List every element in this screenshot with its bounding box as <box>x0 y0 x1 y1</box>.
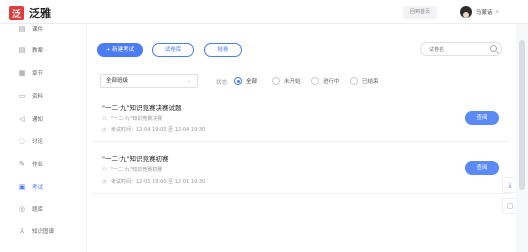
exam-time: ◷ 考试时间：12-04 19:00 至 12-04 19:30 <box>102 126 206 134</box>
sidebar-item-notice[interactable]: ◁ 通知 <box>0 108 86 130</box>
speaker-icon: ◁ <box>19 115 25 123</box>
new-exam-button[interactable]: + 新建考试 <box>97 43 143 57</box>
exam-bank-button[interactable]: 试卷库 <box>152 43 194 57</box>
back-home-button[interactable]: 回到首页 <box>403 6 438 19</box>
status-radio-in-progress[interactable]: 进行中 <box>311 77 340 85</box>
sidebar-item-label: 知识图谱 <box>32 229 55 235</box>
user-name[interactable]: 马蒙话 <box>476 8 493 16</box>
folder-icon: ▭ <box>18 92 26 100</box>
exam-time: ◷ 考试时间：12-01 19:00 至 12-01 19:30 <box>102 178 206 186</box>
chevron-down-icon: ⌄ <box>186 78 191 84</box>
user-group-icon: ⚇ <box>102 115 107 122</box>
exam-time-text: 考试时间：12-04 19:00 至 12-04 19:30 <box>111 127 206 133</box>
chat-icon: ◌ <box>18 137 26 145</box>
graph-icon: ⅄ <box>19 227 25 235</box>
user-menu[interactable]: 马蒙话 ∨ <box>460 6 499 18</box>
search-input[interactable] <box>429 45 487 54</box>
exam-card[interactable]: "一二·九"知识竞赛决赛试题 ⚇ "一二·九"知识竞赛决赛 ◷ 考试时间：12-… <box>92 96 510 142</box>
exam-class-name: "一二·九"知识竞赛初赛 <box>111 167 163 173</box>
search-box[interactable] <box>420 42 502 56</box>
status-radio-all[interactable]: 全部 <box>234 77 257 85</box>
pencil-icon: ✎ <box>19 160 25 168</box>
radio-label: 未开始 <box>284 79 301 85</box>
status-radio-ended[interactable]: 已结束 <box>350 77 379 85</box>
sidebar-item-label: 通知 <box>32 117 44 123</box>
class-select-value: 全部班级 <box>106 78 129 84</box>
marking-button[interactable]: 批卷 <box>204 43 242 57</box>
sidebar-item-label: 课件 <box>32 27 44 33</box>
radio-dot[interactable] <box>311 77 319 85</box>
exam-class: ⚇ "一二·九"知识竞赛初赛 <box>102 166 163 174</box>
radio-dot[interactable] <box>350 77 358 85</box>
radio-label: 已结束 <box>362 79 379 85</box>
exam-title[interactable]: "一二·九"知识竞赛决赛试题 <box>102 102 182 112</box>
sidebar-item-question-bank[interactable]: ◎ 题库 <box>0 198 86 220</box>
exam-time-text: 考试时间：12-01 19:00 至 12-01 19:30 <box>111 179 206 185</box>
sidebar-item-materials[interactable]: ▭ 资料 <box>0 85 86 107</box>
chevron-down-icon[interactable]: ∨ <box>496 9 500 15</box>
radio-dot[interactable] <box>272 77 280 85</box>
radio-dot[interactable] <box>234 77 242 85</box>
exam-class: ⚇ "一二·九"知识竞赛决赛 <box>102 115 163 123</box>
status-label: 状态 <box>216 80 228 86</box>
file-icon: ▤ <box>18 25 26 33</box>
sidebar-item-label: 资料 <box>32 94 44 100</box>
class-select[interactable]: 全部班级 ⌄ <box>100 74 198 88</box>
exam-icon: ▣ <box>18 183 26 191</box>
sidebar-item-lesson-plan[interactable]: ▤ 教案 <box>0 39 86 61</box>
user-group-icon: ⚇ <box>102 166 107 173</box>
scrollbar-thumb[interactable] <box>519 40 525 190</box>
sidebar-item-exam[interactable]: ▣ 考试 <box>0 176 86 198</box>
exam-title[interactable]: "一二·九"知识竞赛初赛 <box>102 153 169 163</box>
chapter-icon: ▦ <box>18 69 26 77</box>
radio-label: 进行中 <box>323 79 340 85</box>
sidebar-item-label: 教案 <box>32 48 44 54</box>
sidebar-item-homework[interactable]: ✎ 作业 <box>0 153 86 175</box>
sidebar-item-label: 讨论 <box>32 139 44 145</box>
clock-icon: ◷ <box>102 178 107 185</box>
radio-label: 全部 <box>246 79 258 85</box>
clock-icon: ◷ <box>102 126 107 133</box>
database-icon: ◎ <box>18 205 26 213</box>
view-exam-button[interactable]: 查阅 <box>465 161 499 175</box>
sidebar-item-label: 作业 <box>32 162 44 168</box>
sidebar-item-chapters[interactable]: ▦ 章节 <box>0 62 86 84</box>
avatar[interactable] <box>460 6 472 18</box>
sidebar-item-knowledge-graph[interactable]: ⅄ 知识图谱 <box>0 220 86 242</box>
exam-card[interactable]: "一二·九"知识竞赛初赛 ⚇ "一二·九"知识竞赛初赛 ◷ 考试时间：12-01… <box>92 146 510 194</box>
search-icon[interactable] <box>490 45 497 52</box>
sidebar-item-label: 章节 <box>32 71 44 77</box>
sidebar-item-label: 题库 <box>32 207 44 213</box>
sidebar: ▤ 课件 ▤ 教案 ▦ 章节 ▭ 资料 ◁ 通知 ◌ 讨论 ✎ 作业 ▣ 考试 … <box>0 24 86 252</box>
file-icon: ▤ <box>18 46 26 54</box>
view-exam-button[interactable]: 查阅 <box>465 111 499 125</box>
sidebar-item-courseware[interactable]: ▤ 课件 <box>0 18 86 40</box>
status-radio-not-started[interactable]: 未开始 <box>272 77 301 85</box>
sidebar-item-label: 考试 <box>32 185 44 191</box>
exam-class-name: "一二·九"知识竞赛决赛 <box>111 116 163 122</box>
sidebar-item-discussion[interactable]: ◌ 讨论 <box>0 130 86 152</box>
